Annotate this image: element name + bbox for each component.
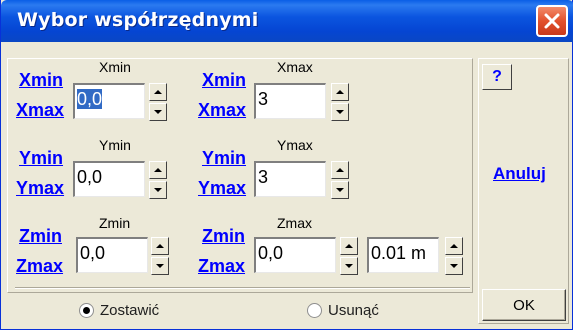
title-bar[interactable]: Wybor współrzędnymi — [1, 0, 573, 42]
arrow-up-icon — [336, 90, 344, 94]
ymin-link[interactable]: Ymin — [19, 148, 63, 169]
remove-label[interactable]: Usunąć — [328, 302, 379, 319]
zmin-spin-down[interactable] — [151, 257, 169, 275]
xmin-spinner[interactable] — [149, 83, 167, 121]
radio-selected-dot — [83, 307, 90, 314]
ymax-spin-down[interactable] — [331, 181, 349, 199]
ymax-input[interactable]: 3 — [254, 161, 326, 197]
xmax-value: 3 — [258, 89, 269, 109]
arrow-down-icon — [154, 110, 162, 114]
ymax-spinner[interactable] — [331, 161, 349, 199]
xmin-spin-up[interactable] — [149, 83, 167, 101]
zmin-value: 0,0 — [80, 243, 106, 263]
arrow-up-icon — [336, 168, 344, 172]
dialog-window: Wybor współrzędnymi Xmin Xmax Xmin 0,0 X… — [0, 0, 573, 330]
xmax-spin-up[interactable] — [331, 83, 349, 101]
xmin-value: 0,0 — [77, 89, 103, 109]
zmin-caption: Zmin — [99, 215, 131, 231]
help-button[interactable]: ? — [482, 64, 512, 90]
arrow-up-icon — [154, 168, 162, 172]
xmax-link-2[interactable]: Xmax — [198, 100, 246, 121]
ymin-spinner[interactable] — [149, 161, 167, 199]
zmax-input[interactable]: 0,0 — [254, 237, 336, 273]
zmin-input[interactable]: 0,0 — [76, 237, 148, 273]
window-title: Wybor współrzędnymi — [17, 9, 259, 31]
xmin-spin-down[interactable] — [149, 103, 167, 121]
cancel-link[interactable]: Anuluj — [493, 164, 546, 184]
step-input[interactable]: 0.01 m — [367, 237, 439, 273]
close-button[interactable] — [536, 5, 568, 37]
step-spinner[interactable] — [445, 237, 463, 275]
remove-radio[interactable] — [307, 303, 322, 318]
close-icon — [544, 13, 560, 29]
ymin-input[interactable]: 0,0 — [73, 161, 145, 197]
step-value: 0.01 m — [371, 243, 427, 263]
arrow-up-icon — [450, 244, 458, 248]
zmax-spin-down[interactable] — [340, 257, 358, 275]
step-spin-down[interactable] — [445, 257, 463, 275]
side-panel — [478, 58, 569, 324]
arrow-down-icon — [336, 110, 344, 114]
ymax-caption: Ymax — [277, 137, 313, 153]
ymin-spin-down[interactable] — [149, 181, 167, 199]
help-icon: ? — [492, 68, 502, 85]
options-separator — [15, 287, 470, 289]
zmax-value: 0,0 — [258, 243, 284, 263]
ymax-spin-up[interactable] — [331, 161, 349, 179]
xmax-spin-down[interactable] — [331, 103, 349, 121]
ok-button[interactable]: OK — [482, 289, 566, 321]
zmin-link-2[interactable]: Zmin — [202, 226, 245, 247]
arrow-up-icon — [345, 244, 353, 248]
xmin-link-2[interactable]: Xmin — [202, 70, 246, 91]
step-spin-up[interactable] — [445, 237, 463, 255]
xmax-input[interactable]: 3 — [254, 83, 326, 119]
zmin-link[interactable]: Zmin — [19, 226, 62, 247]
ok-label: OK — [513, 296, 535, 314]
xmin-link[interactable]: Xmin — [19, 70, 63, 91]
ymax-link-2[interactable]: Ymax — [198, 178, 246, 199]
ymin-link-2[interactable]: Ymin — [202, 148, 246, 169]
ymin-value: 0,0 — [77, 167, 103, 187]
xmax-link[interactable]: Xmax — [16, 100, 64, 121]
ymin-spin-up[interactable] — [149, 161, 167, 179]
keep-radio[interactable] — [79, 303, 94, 318]
xmax-caption: Xmax — [277, 59, 313, 75]
zmax-spin-up[interactable] — [340, 237, 358, 255]
arrow-down-icon — [345, 264, 353, 268]
xmin-input[interactable]: 0,0 — [73, 83, 145, 119]
arrow-down-icon — [154, 188, 162, 192]
arrow-down-icon — [156, 264, 164, 268]
zmin-spin-up[interactable] — [151, 237, 169, 255]
arrow-down-icon — [450, 264, 458, 268]
ymin-caption: Ymin — [99, 137, 131, 153]
arrow-down-icon — [336, 188, 344, 192]
xmin-caption: Xmin — [99, 59, 131, 75]
keep-label[interactable]: Zostawić — [100, 302, 159, 319]
ymax-value: 3 — [258, 167, 269, 187]
zmax-spinner[interactable] — [340, 237, 358, 275]
zmax-link-2[interactable]: Zmax — [198, 256, 245, 277]
zmin-spinner[interactable] — [151, 237, 169, 275]
arrow-up-icon — [154, 90, 162, 94]
zmax-caption: Zmax — [277, 215, 312, 231]
ymax-link[interactable]: Ymax — [16, 178, 64, 199]
xmax-spinner[interactable] — [331, 83, 349, 121]
zmax-link[interactable]: Zmax — [16, 256, 63, 277]
arrow-up-icon — [156, 244, 164, 248]
